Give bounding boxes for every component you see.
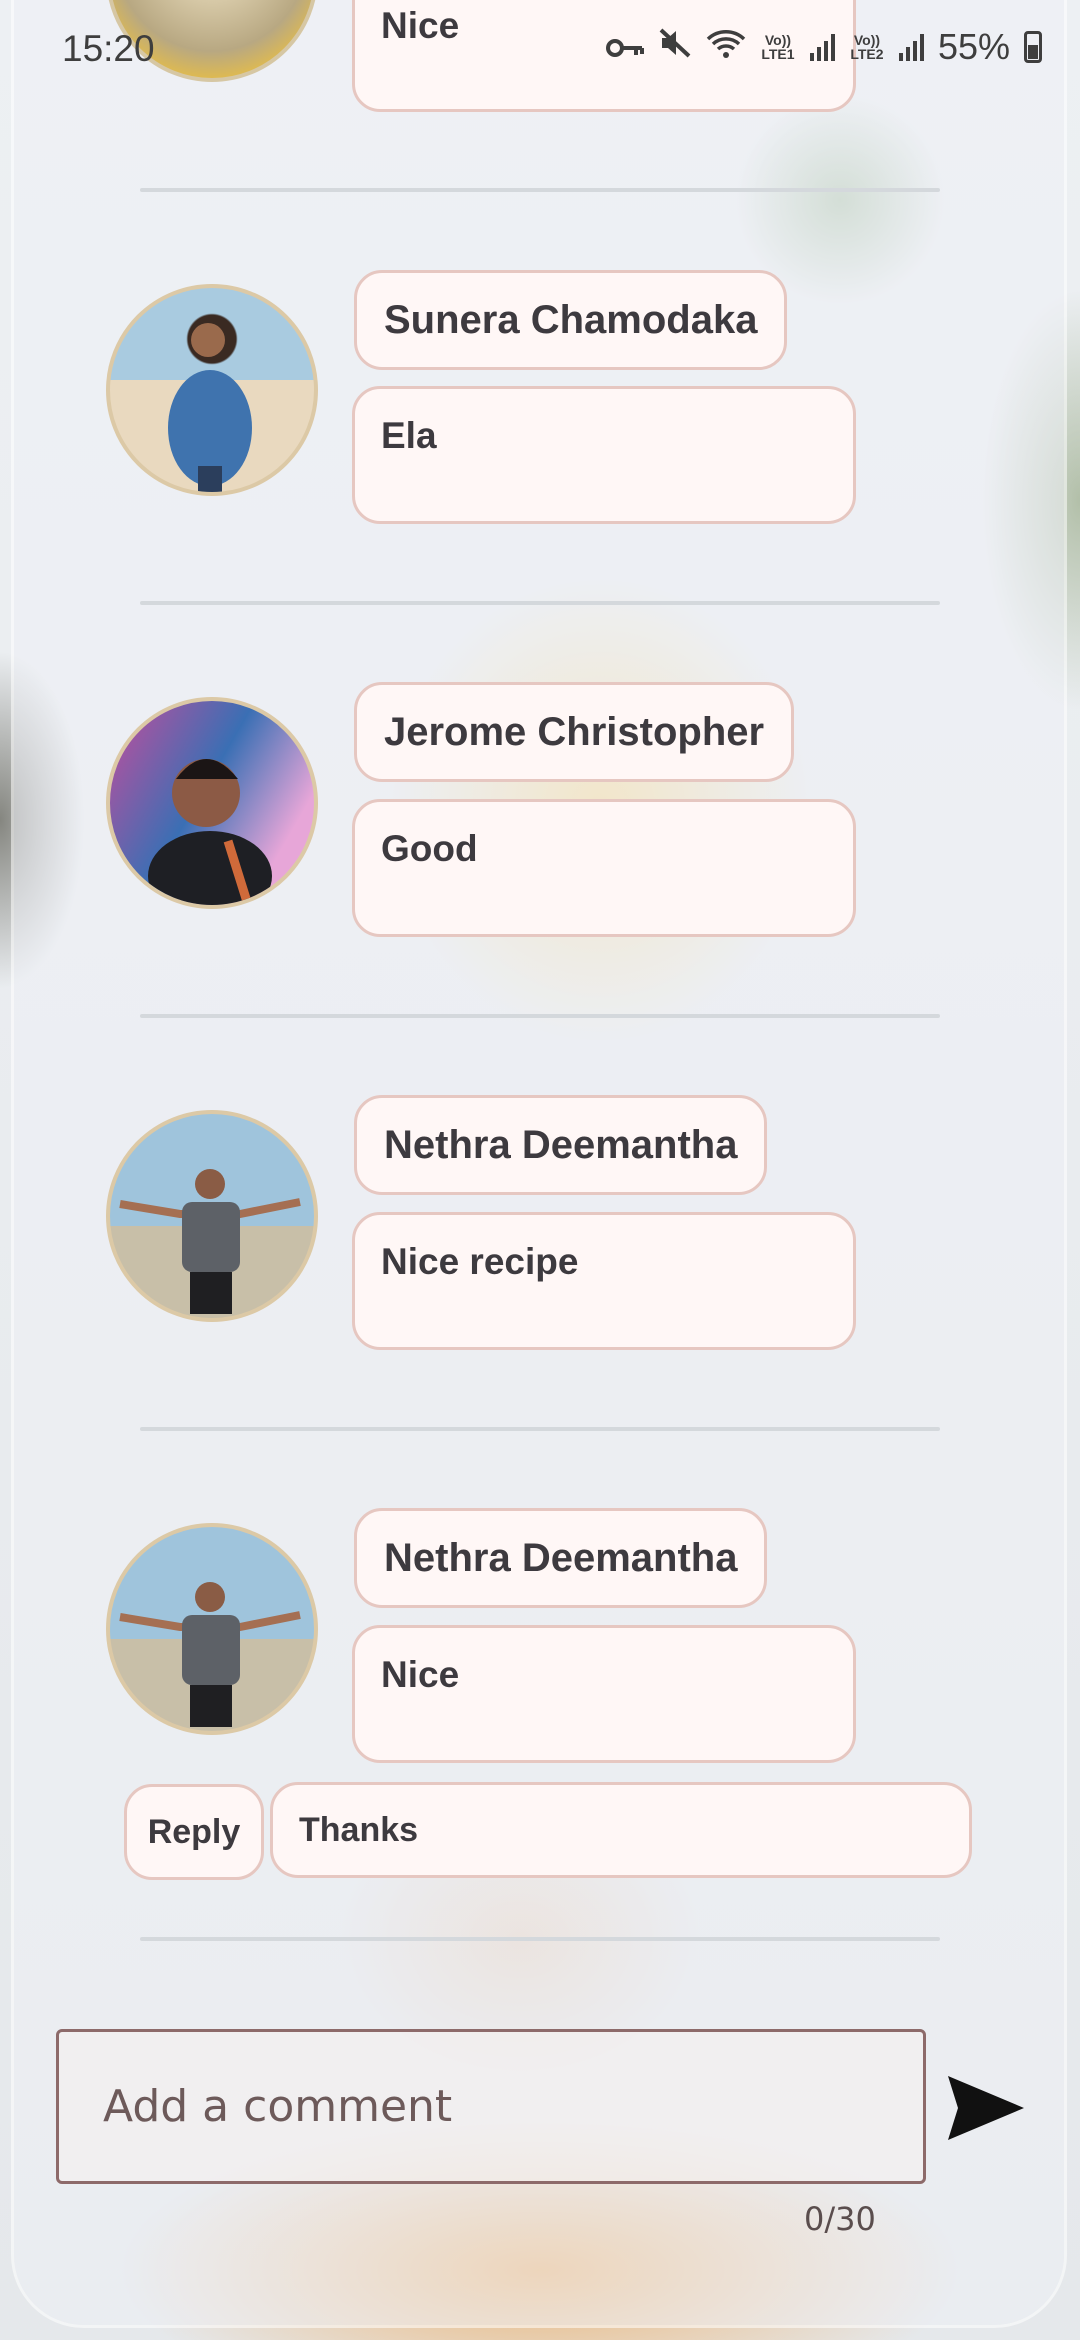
send-icon[interactable] [944, 2072, 1028, 2144]
wifi-icon [706, 26, 746, 68]
commenter-name[interactable]: Nethra Deemantha [354, 1095, 768, 1195]
avatar[interactable] [106, 697, 318, 909]
comment-text: Good [381, 828, 478, 869]
divider [140, 601, 940, 605]
mute-icon [658, 26, 692, 68]
battery-icon [1024, 31, 1042, 63]
signal-icon-2 [898, 33, 924, 61]
reply-text: Thanks [299, 1810, 419, 1849]
reply-button[interactable]: Reply [124, 1784, 264, 1880]
avatar[interactable] [106, 1110, 318, 1322]
commenter-name[interactable]: Sunera Chamodaka [354, 270, 788, 370]
clock: 15:20 [62, 28, 155, 69]
sim1-label: Vo)) LTE1 [761, 32, 795, 62]
comment-input-field[interactable] [56, 2029, 926, 2184]
comment-text-box: Good [352, 799, 856, 937]
battery-percent: 55% [937, 26, 1010, 67]
comment-text: Ela [381, 415, 437, 456]
comment-text: Nice [381, 1654, 460, 1695]
comment-text-box: Ela [352, 386, 856, 524]
avatar[interactable] [106, 284, 318, 496]
divider [140, 1937, 940, 1941]
divider [140, 1014, 940, 1018]
key-icon [605, 26, 644, 68]
commenter-name[interactable]: Nethra Deemantha [354, 1508, 768, 1608]
reply-text-box: Thanks [270, 1782, 972, 1878]
comment-text-box: Nice [352, 1625, 856, 1763]
commenter-name[interactable]: Jerome Christopher [354, 682, 795, 782]
avatar[interactable] [106, 1523, 318, 1735]
sim2-label: Vo)) LTE2 [850, 32, 884, 62]
status-icons: Vo)) LTE1 Vo)) LTE2 55% [605, 26, 1042, 68]
character-counter: 0/30 [804, 2200, 876, 2238]
comment-text: Nice recipe [381, 1241, 579, 1282]
comment-input[interactable] [59, 2032, 923, 2181]
divider [140, 188, 940, 192]
status-bar: 15:20 Vo)) LTE1 Vo)) LTE2 55% [0, 0, 1080, 100]
divider [140, 1427, 940, 1431]
signal-icon [809, 33, 835, 61]
comment-text-box: Nice recipe [352, 1212, 856, 1350]
